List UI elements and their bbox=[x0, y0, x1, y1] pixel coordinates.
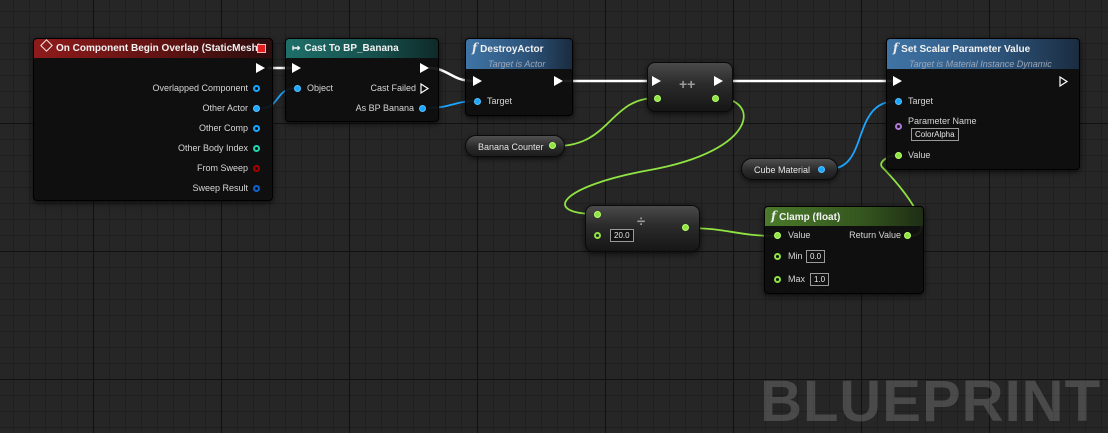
set-scalar-exec-in-pin[interactable] bbox=[893, 76, 902, 86]
pin-label-min: Min bbox=[788, 251, 803, 261]
cast-exec-in-pin[interactable] bbox=[292, 63, 301, 73]
clamp-min-pin[interactable] bbox=[774, 253, 781, 260]
destroy-exec-in-pin[interactable] bbox=[473, 76, 482, 86]
pin-label-cast-failed: Cast Failed bbox=[370, 83, 416, 93]
event-diamond-icon bbox=[40, 39, 53, 52]
destroy-target-pin[interactable] bbox=[474, 98, 481, 105]
parameter-name-pin[interactable] bbox=[895, 123, 902, 130]
clamp-node-header[interactable]: f Clamp (float) bbox=[765, 207, 923, 226]
event-node-begin-overlap[interactable]: On Component Begin Overlap (StaticMesh) bbox=[33, 38, 273, 201]
pin-label-from-sweep: From Sweep bbox=[196, 163, 248, 173]
set-scalar-exec-out-pin[interactable] bbox=[1059, 76, 1069, 87]
parameter-name-value[interactable]: ColorAlpha bbox=[911, 128, 959, 141]
clamp-return-pin[interactable] bbox=[904, 232, 911, 239]
set-scalar-value-pin[interactable] bbox=[895, 152, 902, 159]
cube-material-label: Cube Material bbox=[754, 165, 811, 175]
set-scalar-node-header[interactable]: f Set Scalar Parameter Value Target is Ma… bbox=[887, 39, 1079, 69]
cast-failed-exec-pin[interactable] bbox=[420, 83, 430, 94]
other-body-index-pin[interactable] bbox=[253, 145, 260, 152]
increment-exec-in-pin[interactable] bbox=[652, 76, 661, 86]
destroy-node-subtitle: Target is Actor bbox=[488, 59, 546, 69]
divide-input-b-pin[interactable] bbox=[594, 232, 601, 239]
pin-label-destroy-target: Target bbox=[487, 96, 513, 106]
pin-label-parameter-name: Parameter Name bbox=[908, 116, 977, 126]
pin-label-other-actor: Other Actor bbox=[202, 103, 248, 113]
event-node-header[interactable]: On Component Begin Overlap (StaticMesh) bbox=[34, 39, 272, 58]
blueprint-watermark: BLUEPRINT bbox=[760, 369, 1101, 433]
divide-output-pin[interactable] bbox=[682, 224, 689, 231]
cast-arrow-icon: ↦ bbox=[292, 43, 301, 54]
pin-label-return-value: Return Value bbox=[849, 230, 901, 240]
set-scalar-target-pin[interactable] bbox=[895, 98, 902, 105]
pin-label-other-comp: Other Comp bbox=[198, 123, 248, 133]
set-scalar-node-title: Set Scalar Parameter Value bbox=[901, 44, 1031, 55]
clamp-node-title: Clamp (float) bbox=[779, 212, 841, 223]
pin-label-max: Max bbox=[788, 274, 806, 284]
cube-material-out-pin[interactable] bbox=[818, 166, 825, 173]
event-exec-out-pin[interactable] bbox=[256, 63, 265, 73]
destroy-node-header[interactable]: f DestroyActor Target is Actor bbox=[466, 39, 572, 69]
pin-label-as-bp-banana: As BP Banana bbox=[355, 103, 414, 113]
destroy-node-title: DestroyActor bbox=[480, 44, 544, 55]
clamp-value-in-pin[interactable] bbox=[774, 232, 781, 239]
pin-label-object: Object bbox=[307, 83, 334, 93]
destroy-exec-out-pin[interactable] bbox=[554, 76, 563, 86]
other-actor-pin[interactable] bbox=[253, 105, 260, 112]
set-scalar-node-subtitle: Target is Material Instance Dynamic bbox=[909, 59, 1052, 69]
divide-input-b-value[interactable]: 20.0 bbox=[610, 229, 634, 242]
pin-label-sweep-result: Sweep Result bbox=[192, 183, 248, 193]
float-wire-increment-to-divide[interactable] bbox=[564, 97, 745, 215]
overlapped-component-pin[interactable] bbox=[253, 85, 260, 92]
clamp-max-value[interactable]: 1.0 bbox=[810, 273, 830, 286]
other-comp-pin[interactable] bbox=[253, 125, 260, 132]
event-node-title: On Component Begin Overlap (StaticMesh) bbox=[56, 43, 262, 54]
increment-output-pin[interactable] bbox=[712, 95, 719, 102]
increment-symbol: ++ bbox=[679, 76, 696, 92]
banana-counter-label: Banana Counter bbox=[478, 142, 544, 152]
function-icon: f bbox=[893, 41, 899, 55]
pin-label-clamp-value: Value bbox=[788, 230, 811, 240]
sweep-result-pin[interactable] bbox=[253, 185, 260, 192]
function-icon: f bbox=[771, 209, 777, 223]
increment-exec-out-pin[interactable] bbox=[714, 76, 723, 86]
function-icon: f bbox=[472, 41, 478, 55]
pin-label-overlapped-component: Overlapped Component bbox=[152, 83, 248, 93]
pin-label-set-scalar-value: Value bbox=[908, 150, 931, 160]
cast-object-pin[interactable] bbox=[294, 85, 301, 92]
clamp-max-pin[interactable] bbox=[774, 276, 781, 283]
cast-node-header[interactable]: ↦ Cast To BP_Banana bbox=[286, 39, 438, 58]
stop-icon bbox=[257, 44, 266, 53]
increment-input-pin[interactable] bbox=[654, 95, 661, 102]
from-sweep-pin[interactable] bbox=[253, 165, 260, 172]
clamp-min-value[interactable]: 0.0 bbox=[806, 250, 826, 263]
cast-exec-out-pin[interactable] bbox=[420, 63, 429, 73]
as-bp-banana-pin[interactable] bbox=[419, 105, 426, 112]
pin-label-set-scalar-target: Target bbox=[908, 96, 934, 106]
cast-node-title: Cast To BP_Banana bbox=[304, 43, 399, 54]
pin-label-other-body-index: Other Body Index bbox=[177, 143, 248, 153]
divide-symbol: ÷ bbox=[637, 213, 646, 230]
divide-input-a-pin[interactable] bbox=[594, 211, 601, 218]
banana-counter-out-pin[interactable] bbox=[549, 142, 556, 149]
blueprint-graph-canvas[interactable]: On Component Begin Overlap (StaticMesh) … bbox=[0, 0, 1108, 433]
